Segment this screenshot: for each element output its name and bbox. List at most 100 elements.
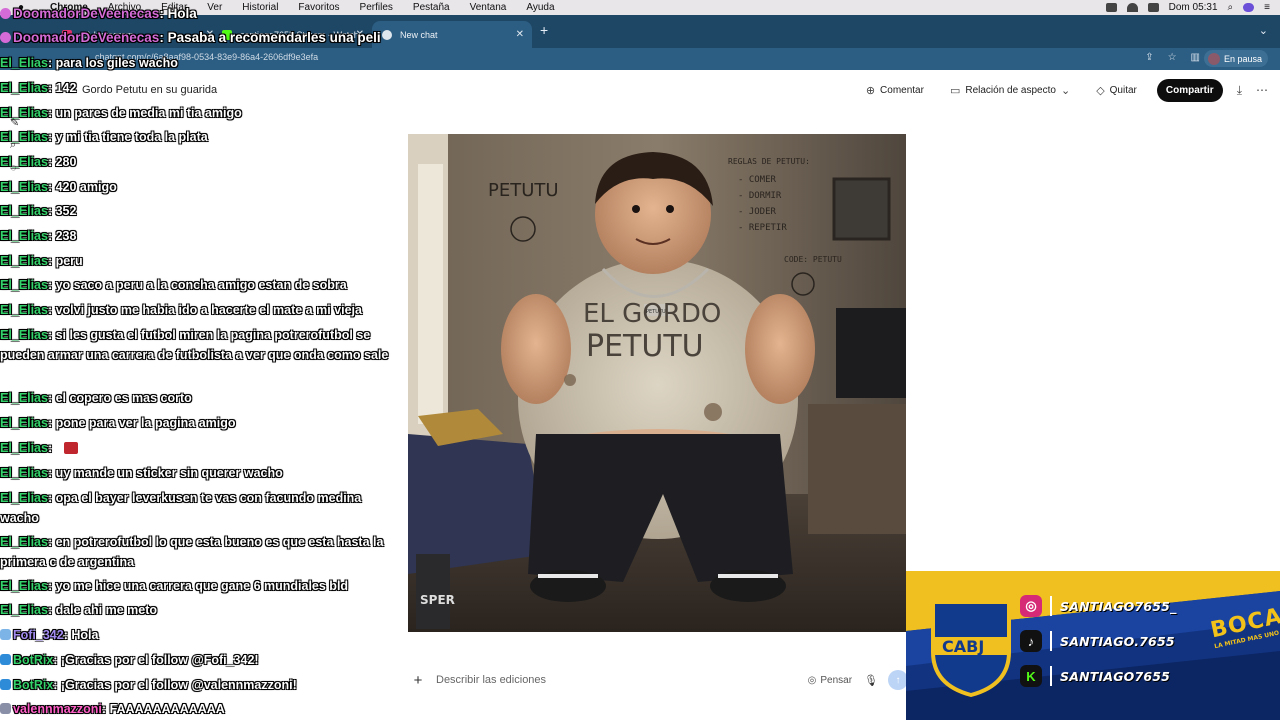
chat-username[interactable]: El_Elias	[0, 229, 48, 243]
chat-text: volvi justo me habia ido a hacerte el ma…	[55, 303, 362, 317]
share-button[interactable]: Compartir	[1156, 78, 1223, 102]
menu-pestana[interactable]: Pestaña	[413, 2, 450, 13]
chat-message: El_Elias: 420 amigo	[0, 178, 402, 198]
chat-message: El_Elias: en potrerofutbol lo que esta b…	[0, 533, 402, 572]
chat-separator: :	[47, 155, 56, 169]
rule-2: - DORMIR	[738, 191, 782, 201]
edit-prompt-bar: + Describir las ediciones ◎ Pensar 🎙 ↑	[404, 665, 910, 695]
chat-separator: :	[47, 391, 56, 405]
avatar	[1208, 52, 1220, 65]
search-icon[interactable]: ⌕	[1228, 2, 1234, 13]
edit-prompt-input[interactable]: Describir las ediciones	[432, 674, 808, 686]
chat-username[interactable]: El_Elias	[0, 180, 48, 194]
share-page-icon[interactable]: ⇪	[1145, 52, 1153, 63]
chat-username[interactable]: El_Elias	[0, 130, 48, 144]
menu-ayuda[interactable]: Ayuda	[526, 2, 554, 13]
tiktok-icon: ♪	[1020, 630, 1042, 652]
social-row-instagram: ◎ SANTIAGO7655_	[1020, 593, 1177, 619]
chat-username[interactable]: El_Elias	[0, 416, 48, 430]
generated-image-art: PETUTU REGLAS DE PETUTU: - COMER - DORMI…	[408, 134, 906, 632]
chat-username[interactable]: El_Elias	[0, 155, 48, 169]
chat-text: uy mande un sticker sin querer wacho	[55, 466, 283, 480]
send-button[interactable]: ↑	[888, 670, 908, 690]
chat-badge-icon	[0, 8, 11, 19]
siri-icon[interactable]	[1243, 3, 1255, 12]
chat-username[interactable]: El_Elias	[0, 56, 48, 70]
tab-search-chevron-icon[interactable]: ⌄	[1259, 24, 1268, 37]
chat-message: DoomadorDeVeenecas: Pasaba a recomendarl…	[0, 28, 402, 49]
kick-icon: K	[1020, 665, 1042, 687]
aspect-ratio-button[interactable]: ▭ Relación de aspecto ⌄	[944, 80, 1076, 101]
chat-username[interactable]: DoomadorDeVeenecas	[13, 6, 159, 21]
chat-username[interactable]: El_Elias	[0, 254, 48, 268]
control-center-icon[interactable]: ≡	[1264, 2, 1270, 13]
more-options-icon[interactable]: ⋯	[1256, 83, 1268, 97]
chat-separator: :	[47, 106, 56, 120]
status-icon[interactable]	[1105, 3, 1117, 12]
volume-icon[interactable]	[1147, 3, 1159, 12]
chat-message: El_Elias: y mi tia tiene toda la plata	[0, 128, 402, 148]
kick-handle: SANTIAGO7655	[1060, 668, 1171, 684]
chat-username[interactable]: DoomadorDeVeenecas	[13, 30, 159, 45]
chat-message: Fofi_342: Hola	[0, 626, 402, 646]
chat-emote-icon	[63, 442, 78, 454]
chat-username[interactable]: El_Elias	[0, 391, 48, 405]
rule-1: - COMER	[738, 175, 777, 185]
chat-username[interactable]: El_Elias	[0, 466, 48, 480]
chat-username[interactable]: El_Elias	[0, 204, 48, 218]
chat-separator: :	[47, 81, 56, 95]
chat-separator: :	[47, 303, 56, 317]
chat-username[interactable]: El_Elias	[0, 328, 48, 342]
chat-badge-icon	[0, 703, 11, 714]
chat-username[interactable]: El_Elias	[0, 535, 48, 549]
comment-button[interactable]: ⊕ Comentar	[860, 80, 930, 101]
add-attachment-icon[interactable]: +	[404, 672, 432, 689]
chat-text: pone para ver la pagina amigo	[55, 416, 236, 430]
chat-username[interactable]: valennmazzoni	[13, 702, 102, 716]
chat-username[interactable]: BotRix	[13, 678, 53, 692]
chat-username[interactable]: El_Elias	[0, 491, 48, 505]
chat-username[interactable]: El_Elias	[0, 81, 48, 95]
remove-button[interactable]: ◇ Quitar	[1090, 80, 1143, 101]
shirt-line-2: PETUTU	[586, 329, 704, 364]
wifi-icon[interactable]	[1126, 3, 1138, 12]
think-label: Pensar	[820, 674, 853, 686]
chat-username[interactable]: El_Elias	[0, 441, 48, 455]
chat-message: El_Elias: para los giles wacho	[0, 54, 402, 74]
chat-username[interactable]: El_Elias	[0, 579, 48, 593]
clock[interactable]: Dom 05:31	[1169, 2, 1218, 13]
chat-text: 280	[55, 155, 77, 169]
chat-username[interactable]: Fofi_342	[13, 628, 64, 642]
think-toggle[interactable]: ◎ Pensar	[808, 675, 852, 686]
generated-image[interactable]: PETUTU REGLAS DE PETUTU: - COMER - DORMI…	[408, 134, 906, 632]
chat-message: El_Elias:	[0, 439, 402, 459]
chat-separator: :	[47, 328, 56, 342]
microphone-icon[interactable]: 🎙	[864, 674, 878, 687]
chat-username[interactable]: El_Elias	[0, 106, 48, 120]
rules-title: REGLAS DE PETUTU:	[728, 157, 810, 166]
menu-ventana[interactable]: Ventana	[470, 2, 507, 13]
chat-username[interactable]: BotRix	[13, 653, 53, 667]
chat-message: valennmazzoni: FAAAAAAAAAAAA	[0, 700, 402, 720]
chat-message: El_Elias: yo me hice una carrera que gan…	[0, 577, 402, 597]
chat-separator: :	[47, 278, 56, 292]
chat-separator: :	[53, 653, 61, 667]
profile-button[interactable]: En pausa	[1204, 50, 1268, 67]
chat-text: ¡Gracias por el follow @Fofi_342!	[60, 653, 259, 667]
chat-username[interactable]: El_Elias	[0, 303, 48, 317]
comment-plus-icon: ⊕	[865, 84, 876, 97]
chat-username[interactable]: El_Elias	[0, 603, 48, 617]
close-tab-icon[interactable]: ✕	[516, 29, 524, 40]
chat-text: dale ahi me meto	[55, 603, 158, 617]
chat-text: 238	[55, 229, 77, 243]
side-panel-icon[interactable]: ▥	[1191, 52, 1200, 63]
chat-username[interactable]: El_Elias	[0, 278, 48, 292]
chat-separator: :	[53, 678, 61, 692]
bookmark-star-icon[interactable]: ☆	[1168, 52, 1177, 63]
chat-separator: :	[47, 579, 56, 593]
chevron-down-icon: ⌄	[1060, 84, 1071, 97]
new-tab-icon[interactable]: +	[540, 22, 548, 38]
crest-text: CABJ	[942, 637, 984, 656]
download-icon[interactable]: ⤓	[1237, 83, 1242, 98]
wall-code: CODE: PETUTU	[784, 255, 842, 264]
